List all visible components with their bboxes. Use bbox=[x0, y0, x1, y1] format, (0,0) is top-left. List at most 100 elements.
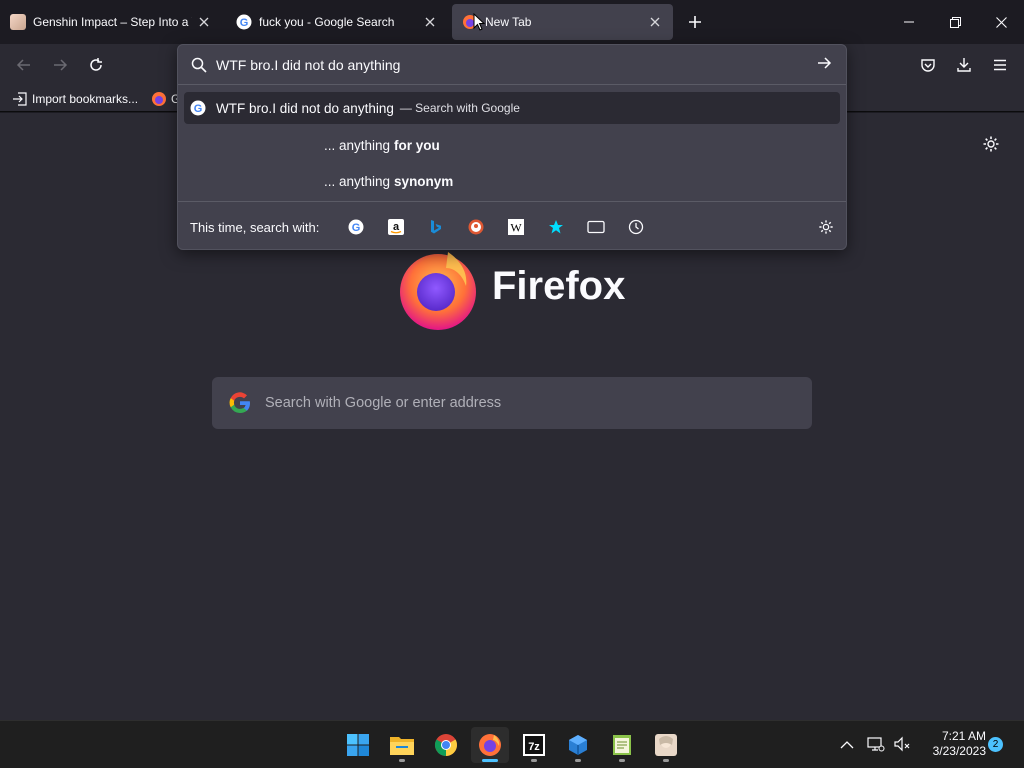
search-settings-button[interactable] bbox=[814, 215, 838, 239]
tab-genshin[interactable]: Genshin Impact – Step Into a Vast bbox=[0, 4, 222, 40]
notepad-icon bbox=[613, 735, 631, 755]
minimize-button[interactable] bbox=[886, 0, 932, 44]
taskbar-firefox[interactable] bbox=[471, 727, 509, 763]
clock-button[interactable]: 7:21 AM 3/23/2023 bbox=[920, 729, 986, 759]
tabs-icon bbox=[587, 220, 605, 234]
svg-text:G: G bbox=[352, 222, 361, 234]
wikipedia-icon: W bbox=[508, 219, 524, 235]
firefox-favicon bbox=[152, 92, 166, 106]
search-bookmarks-button[interactable] bbox=[544, 215, 568, 239]
7zip-icon: 7z bbox=[523, 734, 545, 756]
urlbar-result-suggestion[interactable]: ... anything synonym bbox=[184, 165, 840, 197]
taskbar-7zip[interactable]: 7z bbox=[515, 727, 553, 763]
engine-duckduckgo-button[interactable] bbox=[464, 215, 488, 239]
minimize-icon bbox=[904, 21, 914, 23]
app-menu-button[interactable] bbox=[985, 50, 1015, 80]
customize-new-tab-button[interactable] bbox=[982, 135, 1004, 157]
search-tabs-button[interactable] bbox=[584, 215, 608, 239]
tab-title: fuck you - Google Search bbox=[259, 15, 395, 29]
urlbar bbox=[178, 45, 846, 85]
close-tab-icon[interactable] bbox=[422, 14, 438, 30]
downloads-button[interactable] bbox=[949, 50, 979, 80]
svg-text:a: a bbox=[393, 221, 400, 233]
suggestion-prefix: ... anything bbox=[324, 137, 391, 153]
tab-strip: Genshin Impact – Step Into a Vast G fuck… bbox=[0, 0, 1024, 44]
search-placeholder: Search with Google or enter address bbox=[265, 395, 502, 411]
go-button[interactable] bbox=[816, 55, 836, 75]
tab-title: Genshin Impact – Step Into a Vast bbox=[33, 15, 192, 29]
restore-icon bbox=[949, 16, 961, 28]
running-indicator bbox=[575, 759, 581, 762]
running-indicator bbox=[663, 759, 669, 762]
forward-button[interactable] bbox=[45, 50, 75, 80]
taskbar: 7z 7:21 AM 3/23/2023 2 bbox=[0, 720, 1024, 768]
tab-google-search[interactable]: G fuck you - Google Search bbox=[226, 4, 448, 40]
urlbar-result-search[interactable]: G WTF bro.I did not do anything — Search… bbox=[184, 92, 840, 124]
duckduckgo-icon bbox=[468, 219, 484, 235]
restore-button[interactable] bbox=[932, 0, 978, 44]
tab-new-tab[interactable]: New Tab bbox=[452, 4, 673, 40]
new-tab-button[interactable] bbox=[683, 10, 707, 34]
engine-wikipedia-button[interactable]: W bbox=[504, 215, 528, 239]
clock-date: 3/23/2023 bbox=[932, 744, 986, 758]
close-tab-icon[interactable] bbox=[196, 14, 212, 30]
search-history-button[interactable] bbox=[624, 215, 648, 239]
engine-bing-button[interactable] bbox=[424, 215, 448, 239]
volume-muted-icon bbox=[894, 736, 910, 752]
urlbar-input[interactable] bbox=[216, 55, 776, 75]
plus-icon bbox=[689, 16, 701, 28]
volume-button[interactable] bbox=[893, 735, 913, 755]
back-button[interactable] bbox=[9, 50, 39, 80]
bookmark-item[interactable]: G bbox=[151, 90, 180, 108]
bing-icon bbox=[431, 220, 441, 234]
taskbar-chrome[interactable] bbox=[427, 727, 465, 763]
taskbar-notepad[interactable] bbox=[603, 727, 641, 763]
taskbar-file-explorer[interactable] bbox=[383, 727, 421, 763]
gear-icon bbox=[983, 136, 999, 152]
taskbar-genshin[interactable] bbox=[647, 727, 685, 763]
running-indicator bbox=[399, 759, 405, 762]
search-icon bbox=[191, 57, 207, 73]
start-icon bbox=[347, 734, 369, 756]
gear-icon bbox=[819, 220, 833, 234]
history-icon bbox=[628, 219, 644, 235]
import-icon bbox=[13, 92, 27, 106]
reload-icon bbox=[90, 58, 102, 71]
notification-badge[interactable]: 2 bbox=[988, 737, 1003, 752]
urlbar-result-suggestion[interactable]: ... anything for you bbox=[184, 129, 840, 161]
close-window-button[interactable] bbox=[978, 0, 1024, 44]
tab-title: New Tab bbox=[485, 15, 532, 29]
genshin-icon bbox=[655, 734, 677, 756]
back-arrow-icon bbox=[16, 59, 30, 71]
google-icon: G bbox=[190, 100, 206, 116]
reload-button[interactable] bbox=[81, 50, 111, 80]
result-action: — Search with Google bbox=[399, 101, 520, 115]
start-button[interactable] bbox=[339, 727, 377, 763]
taskbar-cube-app[interactable] bbox=[559, 727, 597, 763]
suggestion-prefix: ... anything bbox=[324, 173, 391, 189]
svg-text:G: G bbox=[240, 17, 249, 29]
google-favicon: G bbox=[236, 14, 252, 30]
active-indicator bbox=[482, 759, 498, 762]
pocket-icon bbox=[921, 59, 935, 72]
network-button[interactable] bbox=[867, 735, 887, 755]
import-bookmarks-button[interactable]: Import bookmarks... bbox=[12, 90, 138, 108]
svg-text:G: G bbox=[194, 103, 203, 115]
svg-text:7z: 7z bbox=[528, 741, 540, 753]
divider bbox=[178, 201, 846, 202]
firefox-wordmark: Firefox bbox=[492, 264, 626, 308]
engine-google-button[interactable]: G bbox=[344, 215, 368, 239]
close-icon bbox=[995, 16, 1007, 28]
chevron-up-icon bbox=[840, 741, 854, 749]
newtab-search-box[interactable]: Search with Google or enter address bbox=[212, 377, 812, 429]
pocket-button[interactable] bbox=[913, 50, 943, 80]
result-text: WTF bro.I did not do anything bbox=[216, 100, 394, 116]
close-tab-icon[interactable] bbox=[647, 14, 663, 30]
genshin-favicon bbox=[10, 14, 26, 30]
clock-time: 7:21 AM bbox=[941, 729, 986, 743]
network-icon bbox=[867, 737, 885, 752]
bookmark-label: Import bookmarks... bbox=[32, 92, 139, 106]
engine-amazon-button[interactable]: a bbox=[384, 215, 408, 239]
bookmarks-star-icon bbox=[549, 220, 563, 234]
show-hidden-icons-button[interactable] bbox=[840, 737, 858, 753]
